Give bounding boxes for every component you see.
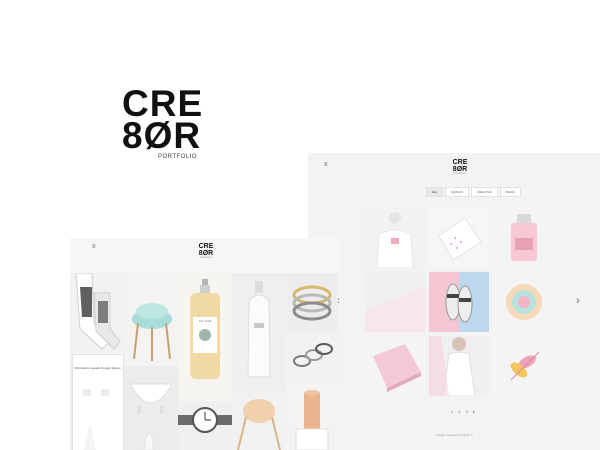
portfolio-tile-bowl[interactable] (124, 366, 178, 450)
portfolio-tile-rings[interactable] (286, 273, 338, 331)
portfolio-tile-envelope[interactable] (429, 208, 489, 268)
watch-image (178, 407, 232, 433)
hamburger-icon[interactable]: ≡ (324, 162, 328, 168)
portfolio-tile-shirt[interactable] (365, 208, 425, 268)
card-image (365, 272, 425, 332)
hamburger-icon[interactable]: ≡ (92, 244, 96, 250)
bottle-label: The Craft (198, 319, 212, 323)
rings-image (292, 285, 332, 321)
header-logo-line1: CRE (452, 159, 468, 166)
portfolio-tile-sandals[interactable] (429, 272, 489, 332)
portfolio-tile-stool[interactable] (232, 391, 286, 450)
header-logo-line2: 8ØR (452, 166, 468, 173)
pastel-object-image (493, 272, 555, 332)
flower-image (493, 336, 555, 396)
stool-image (237, 399, 281, 450)
portfolio-tile-chain[interactable] (286, 331, 338, 383)
portfolio-tile-notebook[interactable] (365, 336, 425, 396)
portfolio-tile-jar[interactable] (493, 208, 555, 268)
portfolio-tile-bottle[interactable]: The Craft (178, 273, 232, 401)
bowl-image (129, 383, 173, 450)
header-logo-tagline: PORTFOLIO (200, 257, 212, 259)
shirt-image (365, 208, 425, 268)
brand-logo-line2: 8ØR (122, 115, 202, 156)
header-logo-line1: CRE (198, 243, 214, 250)
pagination[interactable]: 1 2 3 ▸ (451, 409, 477, 414)
bottle-image (190, 279, 220, 379)
socks-image (75, 273, 121, 350)
portfolio-tile-chair[interactable] (124, 273, 178, 366)
jar-image (493, 208, 555, 268)
portfolio-tile-pastel-object[interactable] (493, 272, 555, 332)
brand-logo: CRE 8ØR PORTFOLIO (122, 85, 232, 160)
portfolio-tile-watch[interactable] (178, 401, 232, 450)
portfolio-tile-pink-card[interactable] (365, 272, 425, 332)
filter-design[interactable]: DESIGN (445, 187, 469, 197)
header-logo[interactable]: CRE 8ØR PORTFOLIO (446, 159, 474, 176)
notebook-image (365, 336, 425, 396)
wood-cylinder-image (295, 390, 329, 450)
portfolio-tile-text-card[interactable]: Minimalism speaks through figures (70, 354, 124, 450)
header-logo-line2: 8ØR (198, 250, 214, 257)
envelope-image (429, 208, 489, 268)
chevron-right-icon[interactable]: › (576, 293, 580, 307)
portfolio-masonry-preview: ≡ CRE 8ØR PORTFOLIO Minimalism speaks th… (70, 238, 338, 450)
filter-creative[interactable]: CREATIVE (470, 187, 498, 197)
chair-image (132, 303, 172, 361)
portfolio-tile-cosmetic-bottle[interactable] (232, 273, 286, 391)
filter-media[interactable]: MEDIA (499, 187, 522, 197)
card-arrows-icon (83, 389, 109, 450)
sandals-image (429, 272, 473, 332)
dress-image (429, 336, 489, 396)
chain-image (293, 343, 333, 367)
header-logo-tagline: PORTFOLIO (454, 173, 466, 175)
brand-tagline: PORTFOLIO (158, 154, 198, 160)
filter-all[interactable]: ALL (426, 187, 444, 197)
portfolio-tile-socks[interactable] (70, 273, 124, 353)
portfolio-grid-preview: ≡ CRE 8ØR PORTFOLIO ALL DESIGN CREATIVE … (308, 153, 600, 450)
footer-text: Creator Creative Portfolio © (436, 433, 473, 437)
cosmetic-bottle-image (247, 281, 271, 378)
portfolio-tile-flower[interactable] (493, 336, 555, 396)
portfolio-tile-wood-cylinder[interactable] (286, 383, 338, 450)
portfolio-tile-dress[interactable] (429, 336, 489, 396)
filter-bar: ALL DESIGN CREATIVE MEDIA (426, 187, 522, 197)
header-logo[interactable]: CRE 8ØR PORTFOLIO (194, 243, 218, 260)
